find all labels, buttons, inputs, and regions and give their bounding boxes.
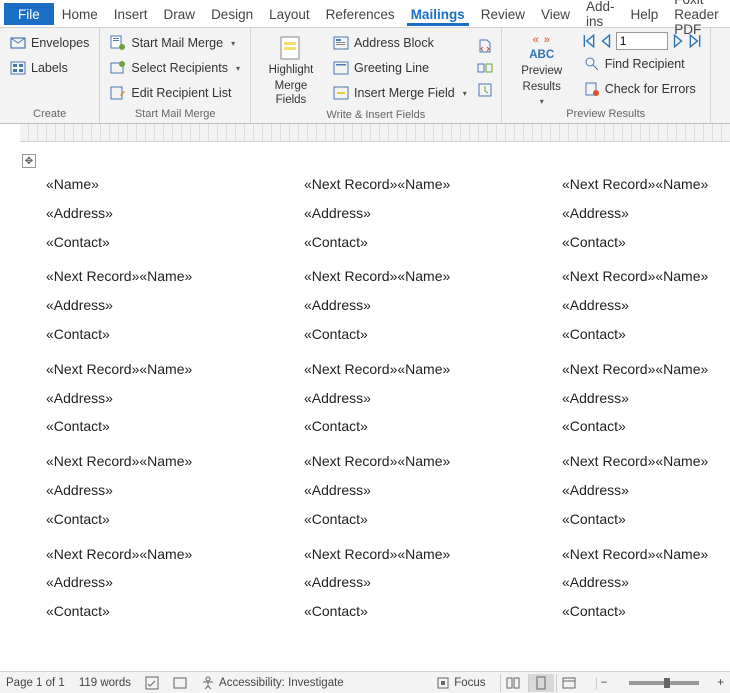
find-icon <box>584 56 600 72</box>
ribbon: Envelopes Labels Create Start Mail Merge… <box>0 28 730 124</box>
group-label-create: Create <box>8 106 91 123</box>
tab-review[interactable]: Review <box>473 3 533 25</box>
print-layout-button[interactable] <box>528 674 554 692</box>
labels-icon <box>10 60 26 76</box>
zoom-out-button[interactable]: − <box>596 677 612 689</box>
highlight-icon <box>277 34 305 62</box>
tab-insert[interactable]: Insert <box>106 3 156 25</box>
tab-layout[interactable]: Layout <box>261 3 318 25</box>
envelope-icon <box>10 35 26 51</box>
tab-design[interactable]: Design <box>203 3 261 25</box>
labels-button[interactable]: Labels <box>8 57 91 79</box>
tab-draw[interactable]: Draw <box>156 3 204 25</box>
match-fields-icon[interactable] <box>477 60 493 76</box>
label-cell[interactable]: «Next Record»«Name»«Address»«Contact» <box>286 170 544 262</box>
check-errors-icon <box>584 81 600 97</box>
accessibility-icon <box>201 676 215 690</box>
page-indicator[interactable]: Page 1 of 1 <box>6 677 65 689</box>
group-label-write: Write & Insert Fields <box>259 107 493 124</box>
label-cell[interactable]: «Next Record»«Name»«Address»«Contact» <box>28 540 286 632</box>
label-cell[interactable]: «Next Record»«Name»«Address»«Contact» <box>286 540 544 632</box>
read-mode-icon <box>506 676 520 690</box>
label-cell[interactable]: «Next Record»«Name»«Address»«Contact» <box>286 355 544 447</box>
greeting-line-button[interactable]: Greeting Line <box>331 57 469 79</box>
chevron-down-icon: ▾ <box>540 97 544 107</box>
edit-recipient-list-button[interactable]: Edit Recipient List <box>108 82 242 104</box>
label-cell[interactable]: «Next Record»«Name»«Address»«Contact» <box>286 447 544 539</box>
tab-help[interactable]: Help <box>623 3 667 25</box>
preview-results-button[interactable]: « » ABC Preview Results ▾ <box>510 32 574 106</box>
update-labels-icon[interactable] <box>477 82 493 98</box>
group-write-insert: Highlight Merge Fields Address Block Gre… <box>251 28 502 123</box>
tab-foxit[interactable]: Foxit Reader PDF <box>666 0 730 40</box>
language-icon[interactable] <box>173 676 187 690</box>
view-switcher <box>500 674 582 692</box>
label-cell[interactable]: «Next Record»«Name»«Address»«Contact» <box>544 170 730 262</box>
focus-icon <box>436 676 450 690</box>
label-cell[interactable]: «Next Record»«Name»«Address»«Contact» <box>28 262 286 354</box>
find-recipient-button[interactable]: Find Recipient <box>582 53 702 75</box>
labels-grid: «Name»«Address»«Contact»«Next Record»«Na… <box>28 170 730 632</box>
record-number-input[interactable] <box>616 32 668 50</box>
tab-mailings[interactable]: Mailings <box>403 3 473 25</box>
first-record-icon[interactable] <box>582 34 596 48</box>
label-cell[interactable]: «Next Record»«Name»«Address»«Contact» <box>544 355 730 447</box>
abc-icon: « » <box>533 34 551 47</box>
select-recipients-button[interactable]: Select Recipients <box>108 57 242 79</box>
zoom-in-button[interactable]: + <box>717 677 724 689</box>
table-move-handle[interactable]: ✥ <box>22 154 36 168</box>
rules-icon[interactable] <box>477 38 493 54</box>
read-mode-button[interactable] <box>500 674 526 692</box>
insert-field-icon <box>333 85 349 101</box>
group-preview-results: « » ABC Preview Results ▾ Find Recipient <box>502 28 711 123</box>
highlight-merge-fields-button[interactable]: Highlight Merge Fields <box>259 32 323 107</box>
check-errors-button[interactable]: Check for Errors <box>582 78 702 100</box>
label-cell[interactable]: «Name»«Address»«Contact» <box>28 170 286 262</box>
envelopes-button[interactable]: Envelopes <box>8 32 91 54</box>
group-start-mail-merge: Start Mail Merge Select Recipients Edit … <box>100 28 251 123</box>
accessibility-status[interactable]: Accessibility: Investigate <box>201 676 344 690</box>
group-label-preview: Preview Results <box>510 106 702 123</box>
address-block-icon <box>333 35 349 51</box>
web-layout-icon <box>562 676 576 690</box>
word-count[interactable]: 119 words <box>79 677 131 689</box>
label-cell[interactable]: «Next Record»«Name»«Address»«Contact» <box>544 262 730 354</box>
label-cell[interactable]: «Next Record»«Name»«Address»«Contact» <box>28 447 286 539</box>
zoom-slider[interactable] <box>629 681 699 685</box>
tab-home[interactable]: Home <box>54 3 106 25</box>
tab-addins[interactable]: Add-ins <box>578 0 623 32</box>
mail-merge-icon <box>110 35 126 51</box>
label-cell[interactable]: «Next Record»«Name»«Address»«Contact» <box>544 540 730 632</box>
insert-merge-field-button[interactable]: Insert Merge Field <box>331 82 469 104</box>
edit-list-icon <box>110 85 126 101</box>
web-layout-button[interactable] <box>556 674 582 692</box>
spell-check-icon[interactable] <box>145 676 159 690</box>
horizontal-ruler[interactable] <box>20 124 730 142</box>
menu-tabs: File Home Insert Draw Design Layout Refe… <box>0 0 730 28</box>
start-mail-merge-button[interactable]: Start Mail Merge <box>108 32 242 54</box>
address-block-button[interactable]: Address Block <box>331 32 469 54</box>
rules-column <box>477 32 493 107</box>
greeting-icon <box>333 60 349 76</box>
label-cell[interactable]: «Next Record»«Name»«Address»«Contact» <box>544 447 730 539</box>
recipients-icon <box>110 60 126 76</box>
tab-file[interactable]: File <box>4 3 54 25</box>
label-cell[interactable]: «Next Record»«Name»«Address»«Contact» <box>28 355 286 447</box>
group-label-start: Start Mail Merge <box>108 106 242 123</box>
document-area[interactable]: ✥ «Name»«Address»«Contact»«Next Record»«… <box>0 142 730 672</box>
status-bar: Page 1 of 1 119 words Accessibility: Inv… <box>0 671 730 693</box>
label-cell[interactable]: «Next Record»«Name»«Address»«Contact» <box>286 262 544 354</box>
focus-mode-button[interactable]: Focus <box>436 676 485 690</box>
tab-view[interactable]: View <box>533 3 578 25</box>
prev-record-icon[interactable] <box>599 34 613 48</box>
print-layout-icon <box>534 676 548 690</box>
group-create: Envelopes Labels Create <box>0 28 100 123</box>
tab-references[interactable]: References <box>318 3 403 25</box>
